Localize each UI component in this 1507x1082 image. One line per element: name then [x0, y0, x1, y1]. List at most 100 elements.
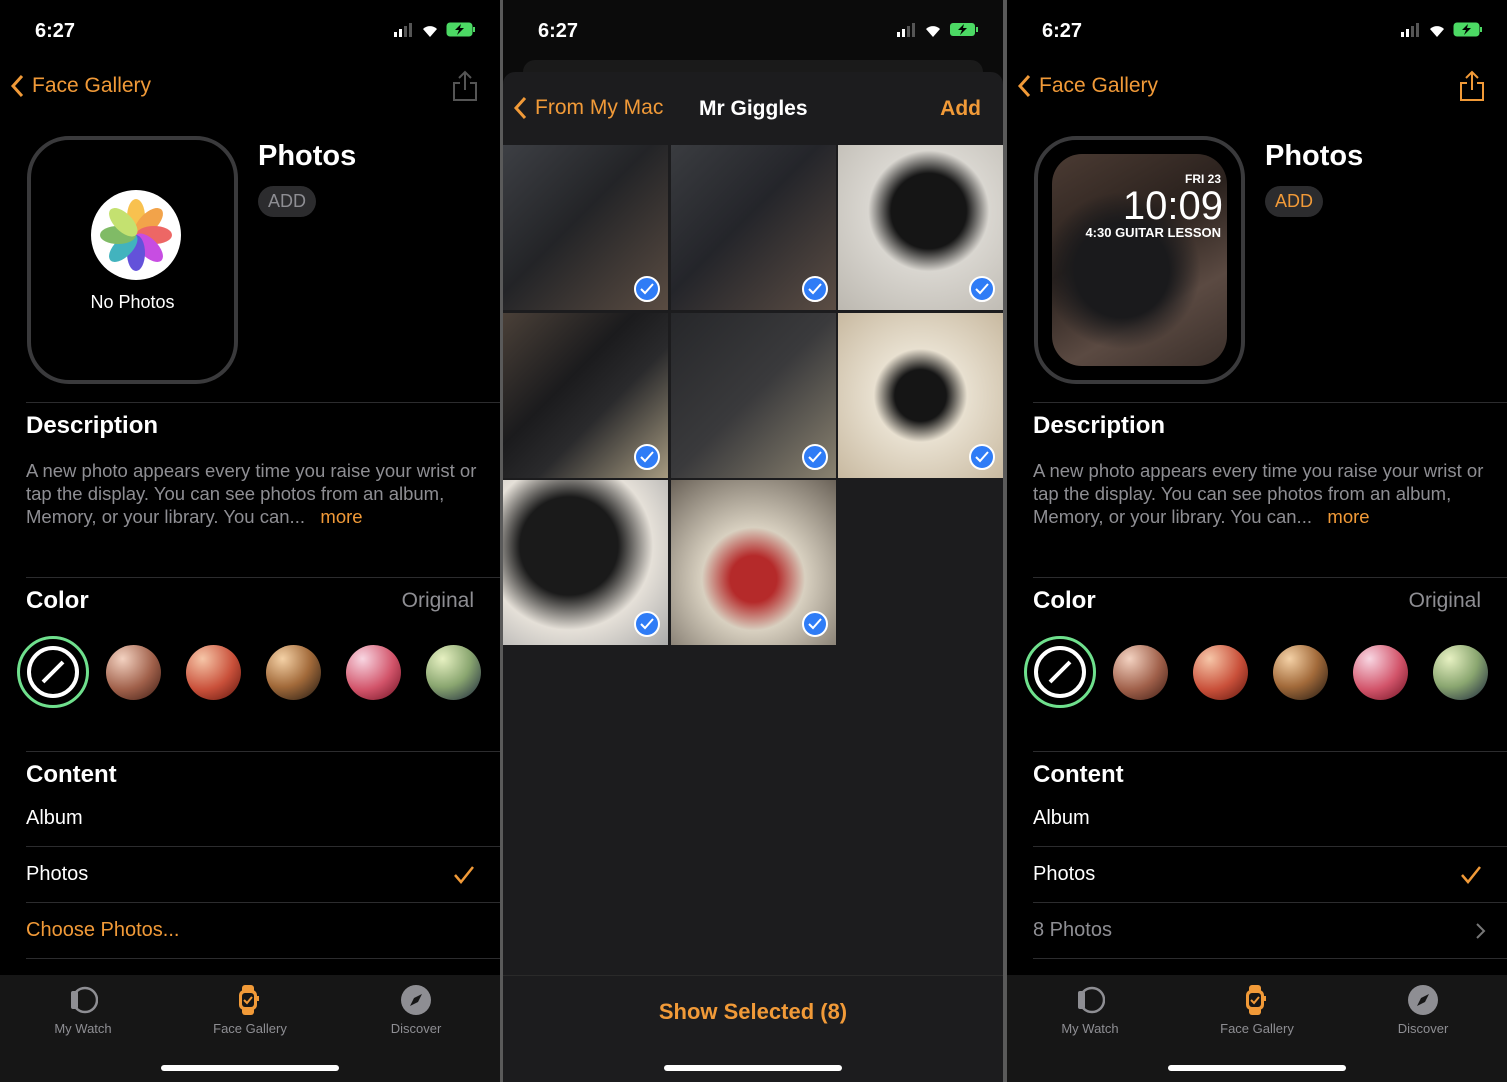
album-option[interactable]: Album [1033, 807, 1090, 830]
no-color-icon [27, 646, 79, 698]
color-swatch-gold[interactable] [266, 645, 321, 700]
photo-thumbnail[interactable] [670, 145, 836, 310]
photo-thumbnail[interactable] [838, 312, 1003, 478]
tab-face-gallery[interactable]: Face Gallery [1177, 985, 1337, 1036]
watch-face-icon [239, 985, 259, 1015]
tab-face-gallery[interactable]: Face Gallery [170, 985, 330, 1036]
wifi-icon [423, 26, 437, 37]
selected-check-icon [634, 276, 660, 302]
show-selected-button[interactable]: Show Selected (8) [503, 999, 1003, 1025]
status-time: 6:27 [1042, 20, 1083, 42]
tab-label: Discover [390, 1021, 442, 1036]
color-swatch-rose[interactable] [1113, 645, 1168, 700]
photo-thumbnail[interactable] [838, 145, 1003, 310]
watch-icon [71, 986, 98, 1014]
compass-icon [401, 985, 431, 1015]
color-swatch-gold[interactable] [1273, 645, 1328, 700]
photo-thumbnail[interactable] [503, 312, 668, 478]
color-swatch-pink[interactable] [1353, 645, 1408, 700]
home-indicator[interactable] [161, 1065, 339, 1071]
photo-count-row[interactable]: 8 Photos [1033, 919, 1112, 942]
home-indicator[interactable] [1168, 1065, 1346, 1071]
photo-thumbnail[interactable] [670, 312, 836, 478]
photos-option[interactable]: Photos [1033, 863, 1095, 886]
color-swatch-red[interactable] [186, 645, 241, 700]
photos-app-icon [91, 190, 181, 280]
description-text: A new photo appears every time you raise… [26, 459, 486, 528]
chevron-left-icon [10, 74, 24, 98]
color-value: Original [401, 589, 474, 612]
more-link[interactable]: more [320, 506, 362, 527]
compass-icon [1408, 985, 1438, 1015]
chevron-left-icon [513, 96, 527, 120]
divider [1033, 958, 1507, 959]
color-swatch-original[interactable] [17, 636, 89, 708]
share-icon[interactable] [452, 70, 478, 102]
watch-face-photo: FRI 23 10:09 4:30 GUITAR LESSON [1052, 154, 1227, 366]
status-icons [897, 22, 979, 37]
tab-my-watch[interactable]: My Watch [3, 985, 163, 1036]
photo-thumbnail[interactable] [670, 480, 836, 645]
face-detail-screen-empty: 6:27 Face Gallery No Photos Photos ADD D… [0, 0, 500, 1082]
face-time: 10:09 [1122, 184, 1223, 228]
tab-label: Face Gallery [213, 1021, 287, 1036]
cellular-icon [897, 22, 915, 37]
color-swatch-green[interactable] [1433, 645, 1488, 700]
status-time: 6:27 [538, 20, 579, 42]
divider [26, 402, 500, 403]
face-title: Photos [1265, 140, 1364, 172]
status-icons [1401, 22, 1483, 37]
back-label: Face Gallery [32, 74, 152, 97]
divider [1033, 402, 1507, 403]
back-button[interactable]: Face Gallery [1017, 74, 1158, 98]
add-photos-button[interactable]: Add [940, 97, 981, 121]
content-heading: Content [1033, 761, 1124, 788]
photos-option[interactable]: Photos [26, 863, 88, 886]
description-heading: Description [1033, 412, 1166, 439]
tab-label: My Watch [54, 1021, 112, 1036]
add-button[interactable]: ADD [258, 186, 317, 217]
checkmark-icon [454, 866, 474, 884]
selected-check-icon [801, 443, 828, 470]
divider [26, 958, 500, 959]
tab-discover[interactable]: Discover [1343, 985, 1503, 1036]
selected-check-icon [634, 443, 660, 470]
color-swatch-original[interactable] [1024, 636, 1096, 708]
face-complication: 4:30 GUITAR LESSON [1085, 225, 1221, 240]
photo-thumbnail[interactable] [503, 145, 668, 310]
divider [26, 902, 500, 903]
divider [26, 846, 500, 847]
no-photos-label: No Photos [90, 292, 175, 312]
color-swatch-rose[interactable] [106, 645, 161, 700]
more-link[interactable]: more [1327, 506, 1369, 527]
battery-charging-icon [950, 23, 978, 36]
divider [1033, 846, 1507, 847]
photo-thumbnail[interactable] [503, 480, 668, 645]
chevron-left-icon [1017, 74, 1031, 98]
selected-check-icon [969, 276, 995, 302]
album-option[interactable]: Album [26, 807, 83, 830]
battery-charging-icon [1453, 22, 1482, 37]
face-title: Photos [258, 140, 357, 172]
photo-picker-screen: 6:27 From My Mac Mr Giggles Add Show Sel… [503, 0, 1003, 1082]
status-time: 6:27 [35, 20, 76, 42]
back-button[interactable]: Face Gallery [10, 74, 151, 98]
color-value: Original [1408, 589, 1481, 612]
choose-photos-button[interactable]: Choose Photos... [26, 919, 179, 942]
from-my-mac-back-button[interactable]: From My Mac [513, 96, 663, 120]
tab-my-watch[interactable]: My Watch [1010, 985, 1170, 1036]
divider [1033, 577, 1507, 578]
home-indicator[interactable] [664, 1065, 842, 1071]
selected-check-icon [801, 276, 828, 302]
share-icon[interactable] [1459, 70, 1485, 102]
battery-charging-icon [446, 22, 475, 37]
tab-discover[interactable]: Discover [336, 985, 496, 1036]
add-button[interactable]: ADD [1265, 186, 1324, 217]
color-swatch-red[interactable] [1193, 645, 1248, 700]
color-swatch-pink[interactable] [346, 645, 401, 700]
description-body: A new photo appears every time you raise… [1033, 460, 1484, 527]
color-swatch-green[interactable] [426, 645, 481, 700]
watch-face-preview: No Photos [27, 136, 238, 384]
divider [1033, 902, 1507, 903]
watch-icon [1078, 986, 1105, 1014]
